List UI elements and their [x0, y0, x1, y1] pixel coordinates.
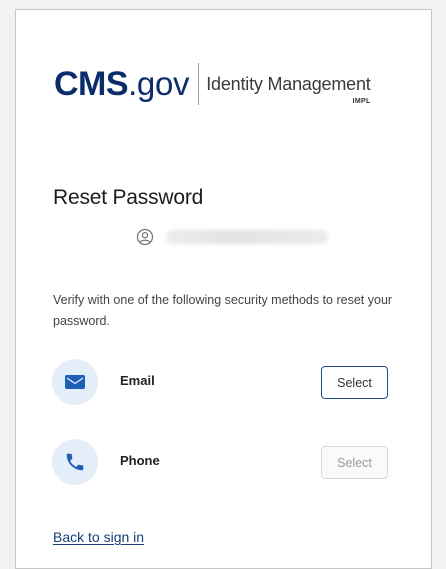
logo-divider	[198, 63, 200, 105]
logo-gov-text: .gov	[128, 65, 190, 102]
method-phone-label: Phone	[120, 453, 160, 468]
back-to-sign-in-link[interactable]: Back to sign in	[53, 529, 144, 545]
reset-password-card: CMS .gov Identity Management IMPL Reset P…	[15, 9, 432, 569]
logo-cms-text: CMS	[54, 65, 129, 103]
select-email-button[interactable]: Select	[321, 366, 388, 399]
phone-icon	[52, 439, 98, 485]
instructions-text: Verify with one of the following securit…	[53, 293, 393, 328]
cms-logo: CMS .gov Identity Management IMPL	[54, 63, 371, 105]
cms-gov-wordmark: CMS .gov	[54, 65, 190, 103]
method-email-row: Email Select	[52, 359, 392, 407]
page-title: Reset Password	[53, 186, 204, 209]
logo-environment: IMPL	[352, 97, 371, 105]
user-identifier	[136, 228, 328, 246]
select-phone-button[interactable]: Select	[321, 446, 388, 479]
logo-product-name: Identity Management	[206, 73, 371, 94]
logo-product-block: Identity Management IMPL	[206, 73, 371, 105]
user-icon	[136, 228, 154, 246]
redacted-username	[166, 230, 328, 244]
method-email-label: Email	[120, 373, 155, 388]
email-icon	[52, 359, 98, 405]
method-phone-row: Phone Select	[52, 439, 392, 487]
